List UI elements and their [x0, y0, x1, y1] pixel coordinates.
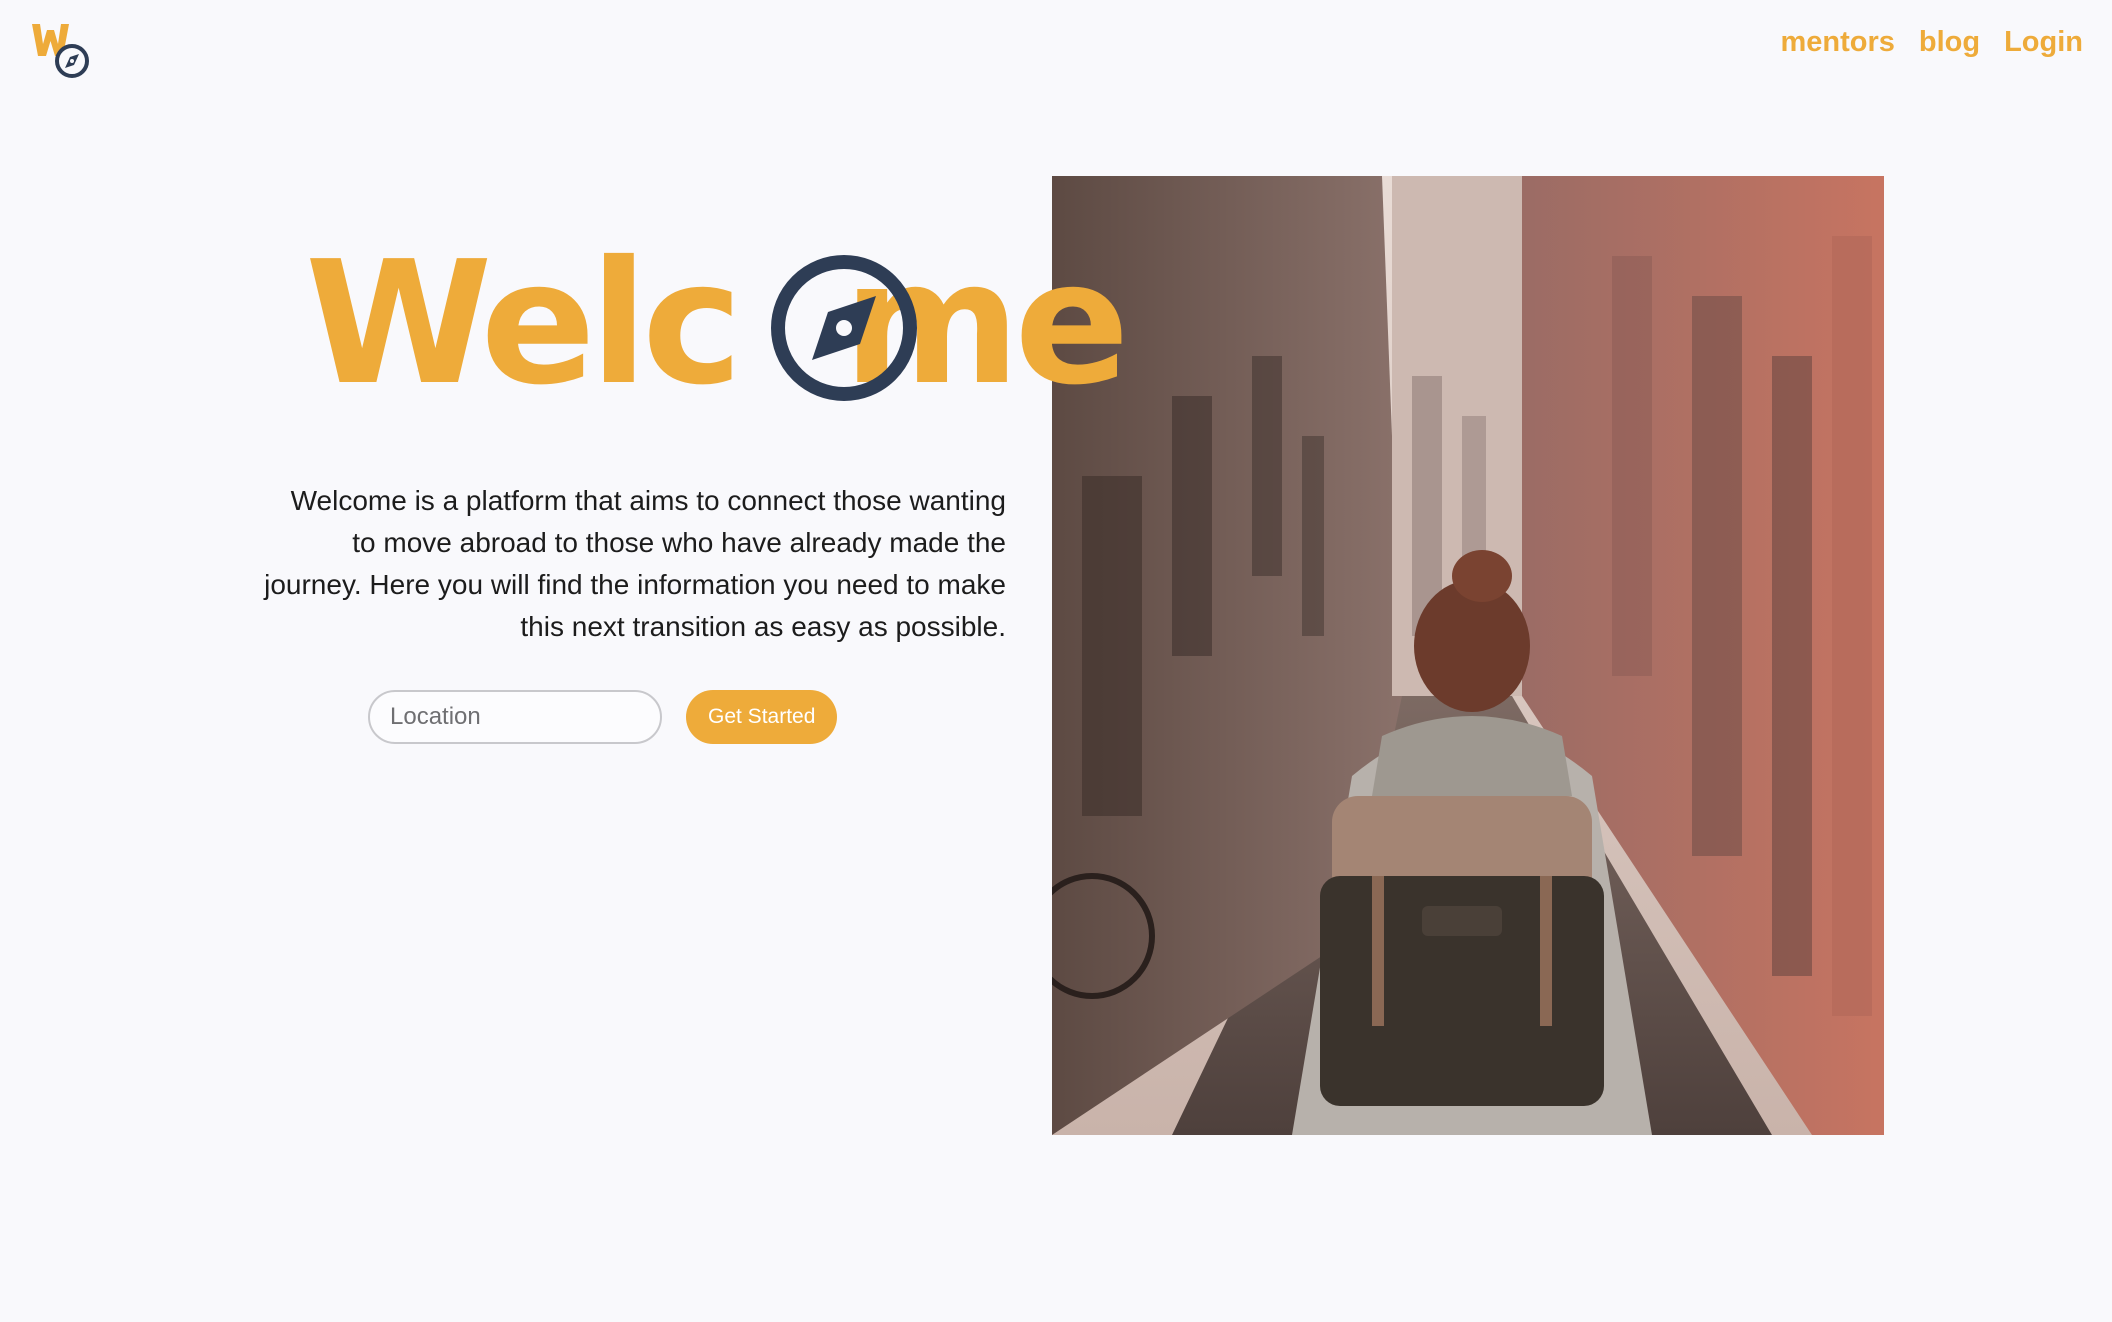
top-nav: mentors blog Login [1780, 22, 2083, 62]
compass-icon [771, 255, 917, 401]
hero-headline: Welc me [305, 225, 1225, 423]
location-input[interactable] [368, 690, 662, 744]
nav-link-login[interactable]: Login [2004, 22, 2083, 62]
get-started-button[interactable]: Get Started [686, 690, 838, 744]
nav-link-mentors[interactable]: mentors [1780, 22, 1894, 62]
landing-page: mentors blog Login Welc me Welcome is a … [0, 0, 2112, 1322]
location-search-form: Get Started [368, 690, 838, 744]
hero-description: Welcome is a platform that aims to conne… [264, 485, 1006, 642]
headline-text: Welc me [305, 225, 1130, 423]
w-compass-logo-icon[interactable] [30, 22, 94, 82]
nav-link-blog[interactable]: blog [1919, 22, 1980, 62]
